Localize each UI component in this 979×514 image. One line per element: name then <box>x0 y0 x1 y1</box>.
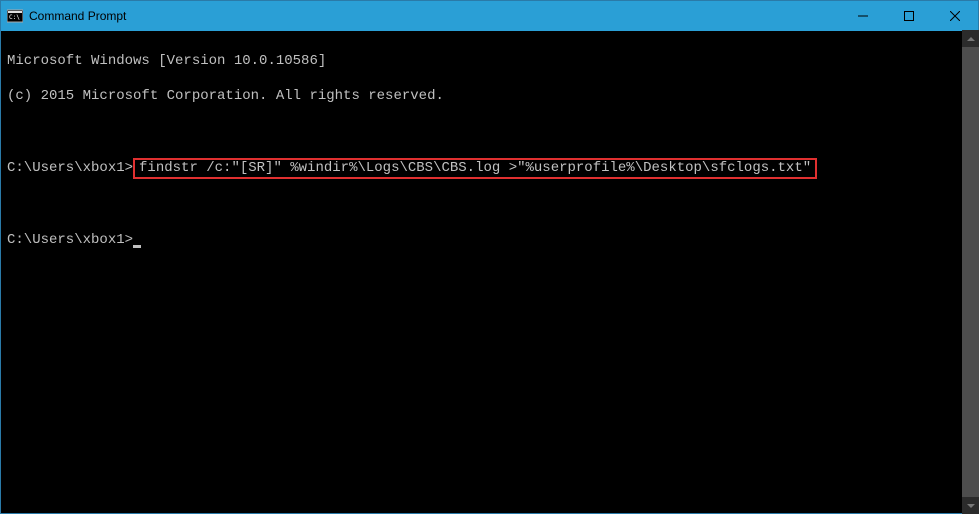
scrollbar-up-arrow[interactable] <box>962 30 979 47</box>
title-bar[interactable]: C:\ Command Prompt <box>1 1 978 31</box>
close-button[interactable] <box>932 1 978 31</box>
vertical-scrollbar[interactable] <box>962 30 979 514</box>
scrollbar-down-arrow[interactable] <box>962 497 979 514</box>
scrollbar-thumb[interactable] <box>962 47 979 497</box>
version-line: Microsoft Windows [Version 10.0.10586] <box>7 53 972 71</box>
cursor <box>133 245 141 248</box>
cmd-icon: C:\ <box>7 8 23 24</box>
blank-line-2 <box>7 197 972 215</box>
window-title: Command Prompt <box>29 9 840 23</box>
blank-line <box>7 123 972 141</box>
svg-text:C:\: C:\ <box>9 14 20 21</box>
command-prompt-window: C:\ Command Prompt Microsoft Windows [Ve… <box>0 0 979 514</box>
prompt-text-2: C:\Users\xbox1> <box>7 232 133 248</box>
window-controls <box>840 1 978 31</box>
minimize-button[interactable] <box>840 1 886 31</box>
copyright-line: (c) 2015 Microsoft Corporation. All righ… <box>7 88 972 106</box>
highlighted-command: findstr /c:"[SR]" %windir%\Logs\CBS\CBS.… <box>133 158 817 180</box>
prompt-text: C:\Users\xbox1> <box>7 160 133 176</box>
command-line-1: C:\Users\xbox1>findstr /c:"[SR]" %windir… <box>7 158 972 180</box>
maximize-button[interactable] <box>886 1 932 31</box>
command-line-2: C:\Users\xbox1> <box>7 232 972 250</box>
terminal-output[interactable]: Microsoft Windows [Version 10.0.10586] (… <box>1 31 978 513</box>
